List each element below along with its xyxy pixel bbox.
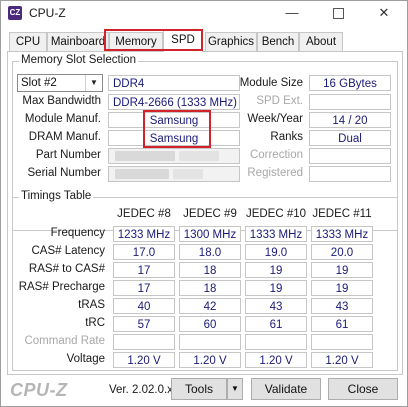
timings-cell: 19.0 — [245, 244, 307, 260]
timings-cell — [245, 334, 307, 350]
max-bandwidth-label: Max Bandwidth — [22, 95, 101, 107]
timings-cell: 17 — [113, 280, 175, 296]
ranks-field: Dual — [309, 130, 391, 146]
timings-cell: 18 — [179, 280, 241, 296]
tab-cpu[interactable]: CPU — [9, 32, 47, 51]
timings-row-label: RAS# to CAS# — [28, 263, 105, 275]
close-window-button[interactable]: ✕ — [361, 1, 407, 27]
timings-cell: 1300 MHz — [179, 226, 241, 242]
redacted-block — [173, 169, 203, 179]
tab-about[interactable]: About — [299, 32, 343, 51]
timings-cell: 18.0 — [179, 244, 241, 260]
timings-column-header: JEDEC #8 — [117, 208, 171, 220]
timings-cell: 61 — [245, 316, 307, 332]
timings-cell: 19 — [245, 262, 307, 278]
registered-label: Registered — [247, 167, 303, 179]
timings-cell: 19 — [311, 280, 373, 296]
chevron-down-icon: ▼ — [85, 75, 102, 91]
memory-slot-group-title: Memory Slot Selection — [19, 54, 139, 66]
timings-table-title: Timings Table — [19, 190, 94, 202]
timings-cell: 1333 MHz — [311, 226, 373, 242]
spd-panel: Memory Slot Selection Slot #2 ▼ DDR4 Max… — [7, 51, 403, 375]
manuf-highlight — [143, 110, 211, 148]
timings-cell: 57 — [113, 316, 175, 332]
timings-cell: 20.0 — [311, 244, 373, 260]
registered-field — [309, 166, 391, 182]
redacted-block — [179, 151, 219, 161]
tab-graphics[interactable]: Graphics — [205, 32, 257, 51]
ranks-label: Ranks — [270, 131, 303, 143]
timings-row-label: CAS# Latency — [31, 245, 105, 257]
timings-cell: 19 — [311, 262, 373, 278]
footer-bar: CPU-Z Ver. 2.02.0.x64 Tools ▼ Validate C… — [1, 375, 407, 406]
timings-cell: 19 — [245, 280, 307, 296]
timings-column-header: JEDEC #11 — [312, 208, 372, 220]
week-year-label: Week/Year — [247, 113, 303, 125]
timings-cell: 42 — [179, 298, 241, 314]
dram-manuf-label: DRAM Manuf. — [28, 131, 101, 143]
memory-type-field: DDR4 — [108, 75, 240, 91]
max-bandwidth-field: DDR4-2666 (1333 MHz) — [108, 94, 240, 110]
title-bar: CZ CPU-Z — ✕ — [1, 1, 407, 27]
timings-cell: 17 — [113, 262, 175, 278]
module-size-field: 16 GBytes — [309, 75, 391, 91]
timings-row-label: Voltage — [66, 353, 105, 365]
correction-field — [309, 148, 391, 164]
tab-bench[interactable]: Bench — [257, 32, 299, 51]
module-manuf-label: Module Manuf. — [24, 113, 101, 125]
timings-row-label: Command Rate — [24, 335, 105, 347]
timings-table-group: Timings Table JEDEC #8 JEDEC #9 JEDEC #10 J… — [12, 190, 398, 371]
tools-button[interactable]: Tools — [171, 378, 227, 400]
cpuz-app-icon: CZ — [8, 6, 22, 20]
timings-cell: 43 — [311, 298, 373, 314]
serial-number-field — [108, 166, 240, 182]
tools-dropdown-button[interactable]: ▼ — [227, 378, 243, 400]
close-button[interactable]: Close — [328, 378, 398, 400]
timings-cell: 60 — [179, 316, 241, 332]
timings-cell: 40 — [113, 298, 175, 314]
memory-spd-highlight — [104, 29, 203, 51]
timings-column-header: JEDEC #9 — [183, 208, 237, 220]
window-title: CPU-Z — [29, 6, 66, 20]
timings-cell: 17.0 — [113, 244, 175, 260]
maximize-button[interactable] — [315, 1, 361, 27]
redacted-block — [115, 151, 175, 161]
module-size-label: Module Size — [239, 77, 303, 89]
timings-column-header: JEDEC #10 — [245, 208, 307, 220]
cpuz-logo: CPU-Z — [10, 380, 68, 400]
slot-select-value: Slot #2 — [21, 77, 57, 89]
tab-mainboard[interactable]: Mainboard — [47, 32, 109, 51]
timings-cell: 1.20 V — [179, 352, 241, 368]
timings-cell: 1.20 V — [311, 352, 373, 368]
timings-row-label: tRC — [85, 317, 105, 329]
timings-row-label: Frequency — [50, 227, 105, 239]
timings-cell: 18 — [179, 262, 241, 278]
spd-ext-label: SPD Ext. — [256, 95, 303, 107]
timings-cell: 1233 MHz — [113, 226, 175, 242]
cpuz-window: CZ CPU-Z — ✕ CPU Mainboard Memory SPD Gr… — [0, 0, 408, 407]
minimize-button[interactable]: — — [269, 1, 315, 27]
timings-row-label: tRAS — [78, 299, 105, 311]
tab-bar: CPU Mainboard Memory SPD Graphics Bench … — [9, 30, 401, 52]
part-number-label: Part Number — [35, 149, 101, 161]
redacted-block — [115, 169, 169, 179]
timings-cell: 43 — [245, 298, 307, 314]
week-year-field: 14 / 20 — [309, 112, 391, 128]
maximize-icon — [332, 8, 344, 20]
timings-row-label: RAS# Precharge — [18, 281, 105, 293]
spd-ext-field — [309, 94, 391, 110]
timings-cell: 1333 MHz — [245, 226, 307, 242]
slot-select[interactable]: Slot #2 ▼ — [17, 74, 103, 92]
chevron-down-icon: ▼ — [231, 384, 239, 393]
timings-cell: 61 — [311, 316, 373, 332]
timings-cell — [113, 334, 175, 350]
correction-label: Correction — [249, 149, 303, 161]
timings-cell — [179, 334, 241, 350]
part-number-field — [108, 148, 240, 164]
timings-cell: 1.20 V — [113, 352, 175, 368]
validate-button[interactable]: Validate — [251, 378, 321, 400]
timings-cell — [311, 334, 373, 350]
serial-number-label: Serial Number — [27, 167, 102, 179]
timings-cell: 1.20 V — [245, 352, 307, 368]
